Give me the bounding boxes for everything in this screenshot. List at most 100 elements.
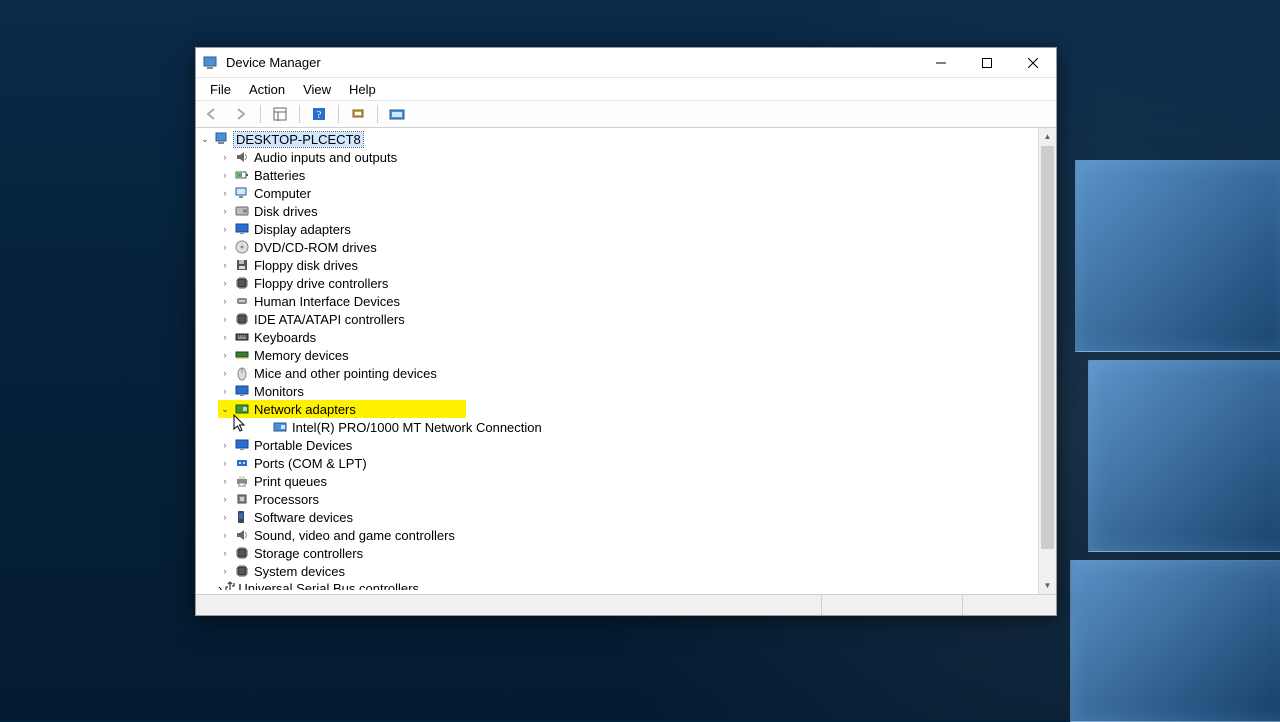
expand-caret[interactable]: ›	[218, 528, 232, 542]
expand-caret[interactable]: ›	[218, 366, 232, 380]
tree-item-portable[interactable]: › Portable Devices	[196, 436, 1056, 454]
tree-item-audio[interactable]: ›Audio inputs and outputs	[196, 148, 1056, 166]
expand-caret[interactable]: ›	[218, 222, 232, 236]
expand-caret[interactable]: ›	[218, 312, 232, 326]
collapse-caret[interactable]: ⌄	[218, 402, 232, 416]
device-tree[interactable]: ⌄DESKTOP-PLCECT8›Audio inputs and output…	[196, 128, 1056, 594]
expand-caret[interactable]: ›	[218, 204, 232, 218]
keyboards-icon	[234, 329, 250, 345]
expand-caret[interactable]: ›	[218, 258, 232, 272]
tree-item-memory[interactable]: ›Memory devices	[196, 346, 1056, 364]
tree-item-floppy_disk[interactable]: ›Floppy disk drives	[196, 256, 1056, 274]
device-manager-window: Device Manager File Action View Help	[195, 47, 1057, 616]
tree-item-usb[interactable]: ›Universal Serial Bus controllers	[196, 580, 1056, 594]
tree-container: ⌄DESKTOP-PLCECT8›Audio inputs and output…	[196, 128, 1056, 594]
expand-caret[interactable]: ›	[218, 348, 232, 362]
tree-item-intel_nic[interactable]: Intel(R) PRO/1000 MT Network Connection	[196, 418, 1056, 436]
expand-caret[interactable]: ›	[218, 510, 232, 524]
expand-caret[interactable]: ›	[218, 330, 232, 344]
floppy_disk-icon	[234, 257, 250, 273]
ports-icon	[234, 455, 250, 471]
back-button[interactable]	[200, 102, 226, 126]
titlebar[interactable]: Device Manager	[196, 48, 1056, 78]
tree-item-ports[interactable]: ›Ports (COM & LPT)	[196, 454, 1056, 472]
menubar: File Action View Help	[196, 78, 1056, 101]
ide-icon	[234, 311, 250, 327]
scroll-thumb[interactable]	[1041, 146, 1054, 549]
tree-item-system[interactable]: ›System devices	[196, 562, 1056, 580]
intel_nic-icon	[272, 419, 288, 435]
statusbar	[196, 594, 1056, 615]
tree-item-sound[interactable]: › Sound, video and game controllers	[196, 526, 1056, 544]
tree-item-label: Portable Devices	[254, 438, 352, 453]
tree-item-software[interactable]: ›Software devices	[196, 508, 1056, 526]
tree-item-label: Mice and other pointing devices	[254, 366, 437, 381]
tree-item-printq[interactable]: ›Print queues	[196, 472, 1056, 490]
status-cell-2	[822, 595, 963, 615]
maximize-button[interactable]	[964, 48, 1010, 77]
desktop-pane-1	[1075, 160, 1280, 352]
printq-icon	[234, 473, 250, 489]
expand-caret[interactable]: ›	[218, 294, 232, 308]
expand-caret[interactable]: ›	[218, 474, 232, 488]
scan-hardware-button[interactable]	[345, 102, 371, 126]
expand-caret[interactable]: ›	[218, 150, 232, 164]
desktop-pane-2	[1088, 360, 1280, 552]
tree-item-processors[interactable]: ›Processors	[196, 490, 1056, 508]
tree-item-floppy_ctrl[interactable]: › Floppy drive controllers	[196, 274, 1056, 292]
tree-item-dvd[interactable]: › DVD/CD-ROM drives	[196, 238, 1056, 256]
tree-item-network[interactable]: ⌄Network adapters	[196, 400, 1056, 418]
tree-item-label: Sound, video and game controllers	[254, 528, 455, 543]
toolbar-separator	[377, 105, 378, 123]
network-icon	[234, 401, 250, 417]
status-cell-3	[963, 595, 1056, 615]
properties-button[interactable]	[384, 102, 410, 126]
menu-file[interactable]: File	[202, 80, 239, 99]
tree-item-label: DVD/CD-ROM drives	[254, 240, 377, 255]
scroll-down-button[interactable]: ▼	[1039, 577, 1056, 594]
expand-caret[interactable]: ›	[218, 564, 232, 578]
tree-item-mice[interactable]: › Mice and other pointing devices	[196, 364, 1056, 382]
expand-caret[interactable]: ›	[218, 492, 232, 506]
expand-caret[interactable]: ›	[218, 168, 232, 182]
scrollbar[interactable]: ▲ ▼	[1038, 128, 1056, 594]
status-cell-1	[196, 595, 822, 615]
help-button[interactable]: ?	[306, 102, 332, 126]
tree-item-label: IDE ATA/ATAPI controllers	[254, 312, 405, 327]
tree-item-keyboards[interactable]: › Keyboards	[196, 328, 1056, 346]
expand-caret[interactable]: ›	[218, 240, 232, 254]
tree-item-label: Batteries	[254, 168, 305, 183]
close-button[interactable]	[1010, 48, 1056, 77]
audio-icon	[234, 149, 250, 165]
menu-action[interactable]: Action	[241, 80, 293, 99]
floppy_ctrl-icon	[234, 275, 250, 291]
svg-text:?: ?	[317, 109, 322, 121]
tree-item-hid[interactable]: ›Human Interface Devices	[196, 292, 1056, 310]
tree-item-ide[interactable]: › IDE ATA/ATAPI controllers	[196, 310, 1056, 328]
expand-caret[interactable]: ›	[218, 384, 232, 398]
tree-item-label: Floppy drive controllers	[254, 276, 388, 291]
tree-item-computer[interactable]: › Computer	[196, 184, 1056, 202]
tree-item-batteries[interactable]: › Batteries	[196, 166, 1056, 184]
expand-caret[interactable]: ›	[218, 276, 232, 290]
tree-item-label: Keyboards	[254, 330, 316, 345]
show-hide-tree-button[interactable]	[267, 102, 293, 126]
expand-caret[interactable]: ›	[218, 456, 232, 470]
software-icon	[234, 509, 250, 525]
menu-view[interactable]: View	[295, 80, 339, 99]
minimize-button[interactable]	[918, 48, 964, 77]
tree-item-label: Computer	[254, 186, 311, 201]
tree-item-disk[interactable]: ›Disk drives	[196, 202, 1056, 220]
collapse-caret[interactable]: ⌄	[198, 132, 212, 146]
expand-caret[interactable]: ›	[218, 546, 232, 560]
expand-caret[interactable]: ›	[218, 186, 232, 200]
tree-item-display[interactable]: ›Display adapters	[196, 220, 1056, 238]
scroll-up-button[interactable]: ▲	[1039, 128, 1056, 145]
tree-item-monitors[interactable]: ›Monitors	[196, 382, 1056, 400]
forward-button[interactable]	[228, 102, 254, 126]
tree-item-storage[interactable]: ›Storage controllers	[196, 544, 1056, 562]
menu-help[interactable]: Help	[341, 80, 384, 99]
expand-caret[interactable]: ›	[218, 438, 232, 452]
tree-root[interactable]: ⌄DESKTOP-PLCECT8	[196, 130, 1056, 148]
desktop-pane-3	[1070, 560, 1280, 722]
